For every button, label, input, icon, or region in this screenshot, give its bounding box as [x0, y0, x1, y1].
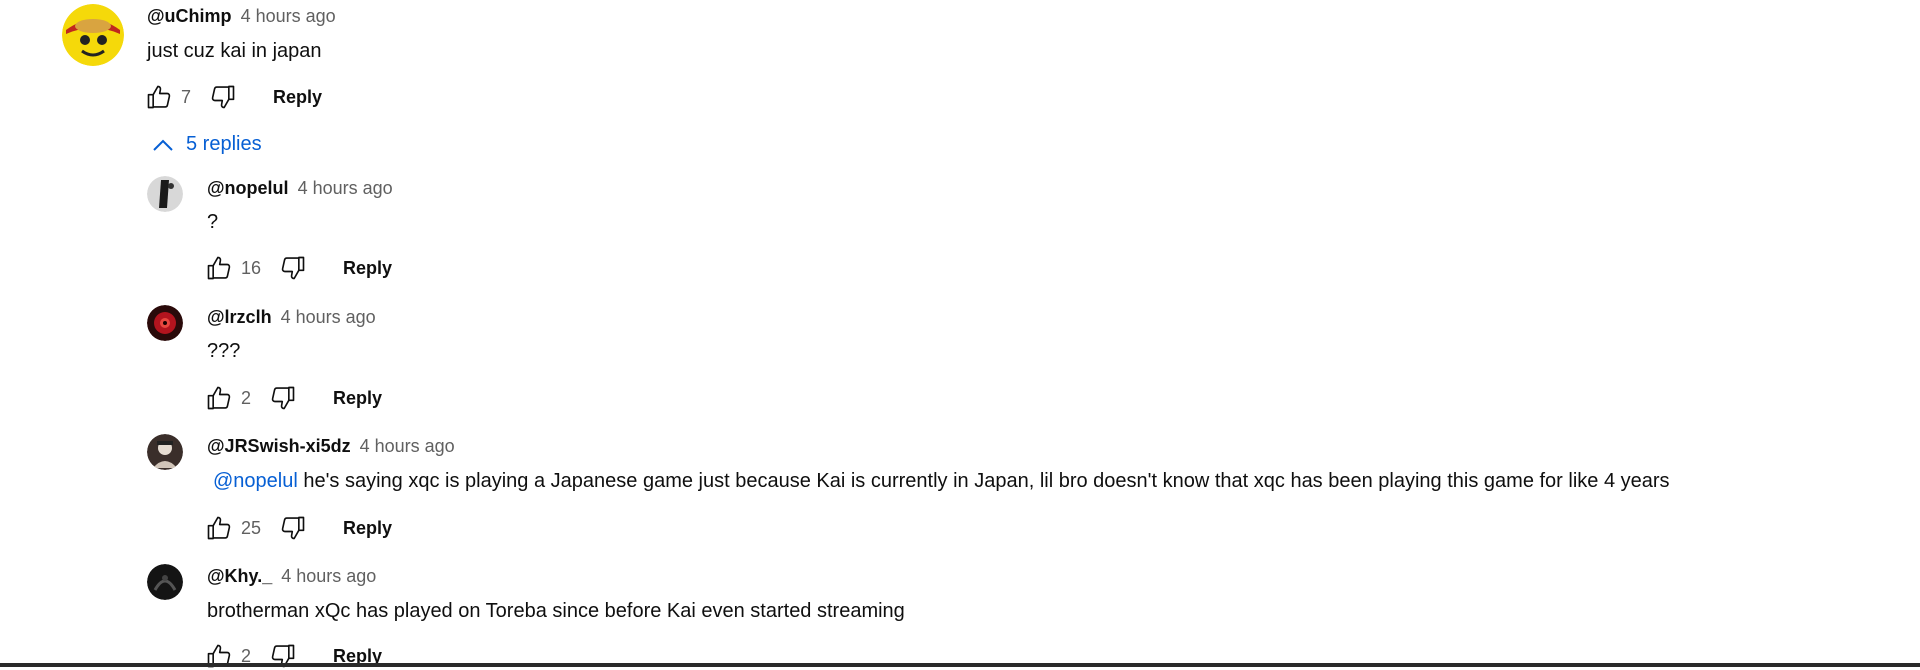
- thumbs-down-icon[interactable]: [209, 83, 237, 111]
- reply-text: @nopelul he's saying xqc is playing a Ja…: [213, 470, 1670, 493]
- bottom-divider: [0, 663, 1920, 667]
- replies-count-label: 5 replies: [186, 133, 262, 155]
- reply-author[interactable]: @JRSwish-xi5dz: [207, 436, 351, 456]
- reply-time[interactable]: 4 hours ago: [281, 307, 376, 327]
- thumbs-down-icon[interactable]: [279, 254, 307, 282]
- reply-author[interactable]: @lrzclh: [207, 307, 272, 327]
- thumbs-down-icon[interactable]: [279, 514, 307, 542]
- reply-time[interactable]: 4 hours ago: [298, 178, 393, 198]
- avatar[interactable]: [62, 4, 124, 66]
- reply-body: he's saying xqc is playing a Japanese ga…: [297, 470, 1670, 492]
- thumbs-down-icon[interactable]: [269, 384, 297, 412]
- reply-header: @Khy._ 4 hours ago: [207, 566, 376, 587]
- avatar[interactable]: [147, 305, 183, 341]
- comment-actions: 7 Reply: [145, 83, 322, 111]
- avatar[interactable]: [147, 564, 183, 600]
- replies-toggle-button[interactable]: 5 replies: [152, 133, 262, 156]
- like-count: 2: [241, 387, 252, 408]
- thumbs-up-icon[interactable]: [205, 514, 233, 542]
- like-count: 16: [241, 257, 262, 278]
- comment-time[interactable]: 4 hours ago: [241, 6, 336, 26]
- thumbs-up-icon[interactable]: [205, 254, 233, 282]
- like-count: 7: [181, 86, 192, 107]
- reply-button[interactable]: Reply: [333, 388, 382, 409]
- reply-author[interactable]: @nopelul: [207, 178, 289, 198]
- thumbs-up-icon[interactable]: [205, 384, 233, 412]
- reply-header: @nopelul 4 hours ago: [207, 178, 393, 199]
- comment-author[interactable]: @uChimp: [147, 6, 232, 26]
- reply-header: @lrzclh 4 hours ago: [207, 307, 376, 328]
- reply-actions: 2 Reply: [205, 384, 382, 412]
- reply-text: ???: [207, 340, 241, 362]
- chevron-up-icon: [152, 138, 186, 152]
- like-count: 25: [241, 517, 262, 538]
- mention-link[interactable]: @nopelul: [213, 470, 298, 492]
- reply-button[interactable]: Reply: [273, 87, 322, 108]
- reply-actions: 16 Reply: [205, 254, 392, 282]
- avatar[interactable]: [147, 176, 183, 212]
- comment-text: just cuz kai in japan: [147, 40, 322, 62]
- comment-header: @uChimp 4 hours ago: [147, 6, 336, 27]
- reply-text: ?: [207, 211, 219, 233]
- thumbs-up-icon[interactable]: [145, 83, 173, 111]
- reply-header: @JRSwish-xi5dz 4 hours ago: [207, 436, 455, 457]
- avatar[interactable]: [147, 434, 183, 470]
- reply-button[interactable]: Reply: [343, 518, 392, 539]
- reply-time[interactable]: 4 hours ago: [360, 436, 455, 456]
- reply-author[interactable]: @Khy._: [207, 566, 272, 586]
- reply-actions: 25 Reply: [205, 514, 392, 542]
- reply-text: brotherman xQc has played on Toreba sinc…: [207, 600, 905, 622]
- reply-time[interactable]: 4 hours ago: [281, 566, 376, 586]
- reply-button[interactable]: Reply: [343, 258, 392, 279]
